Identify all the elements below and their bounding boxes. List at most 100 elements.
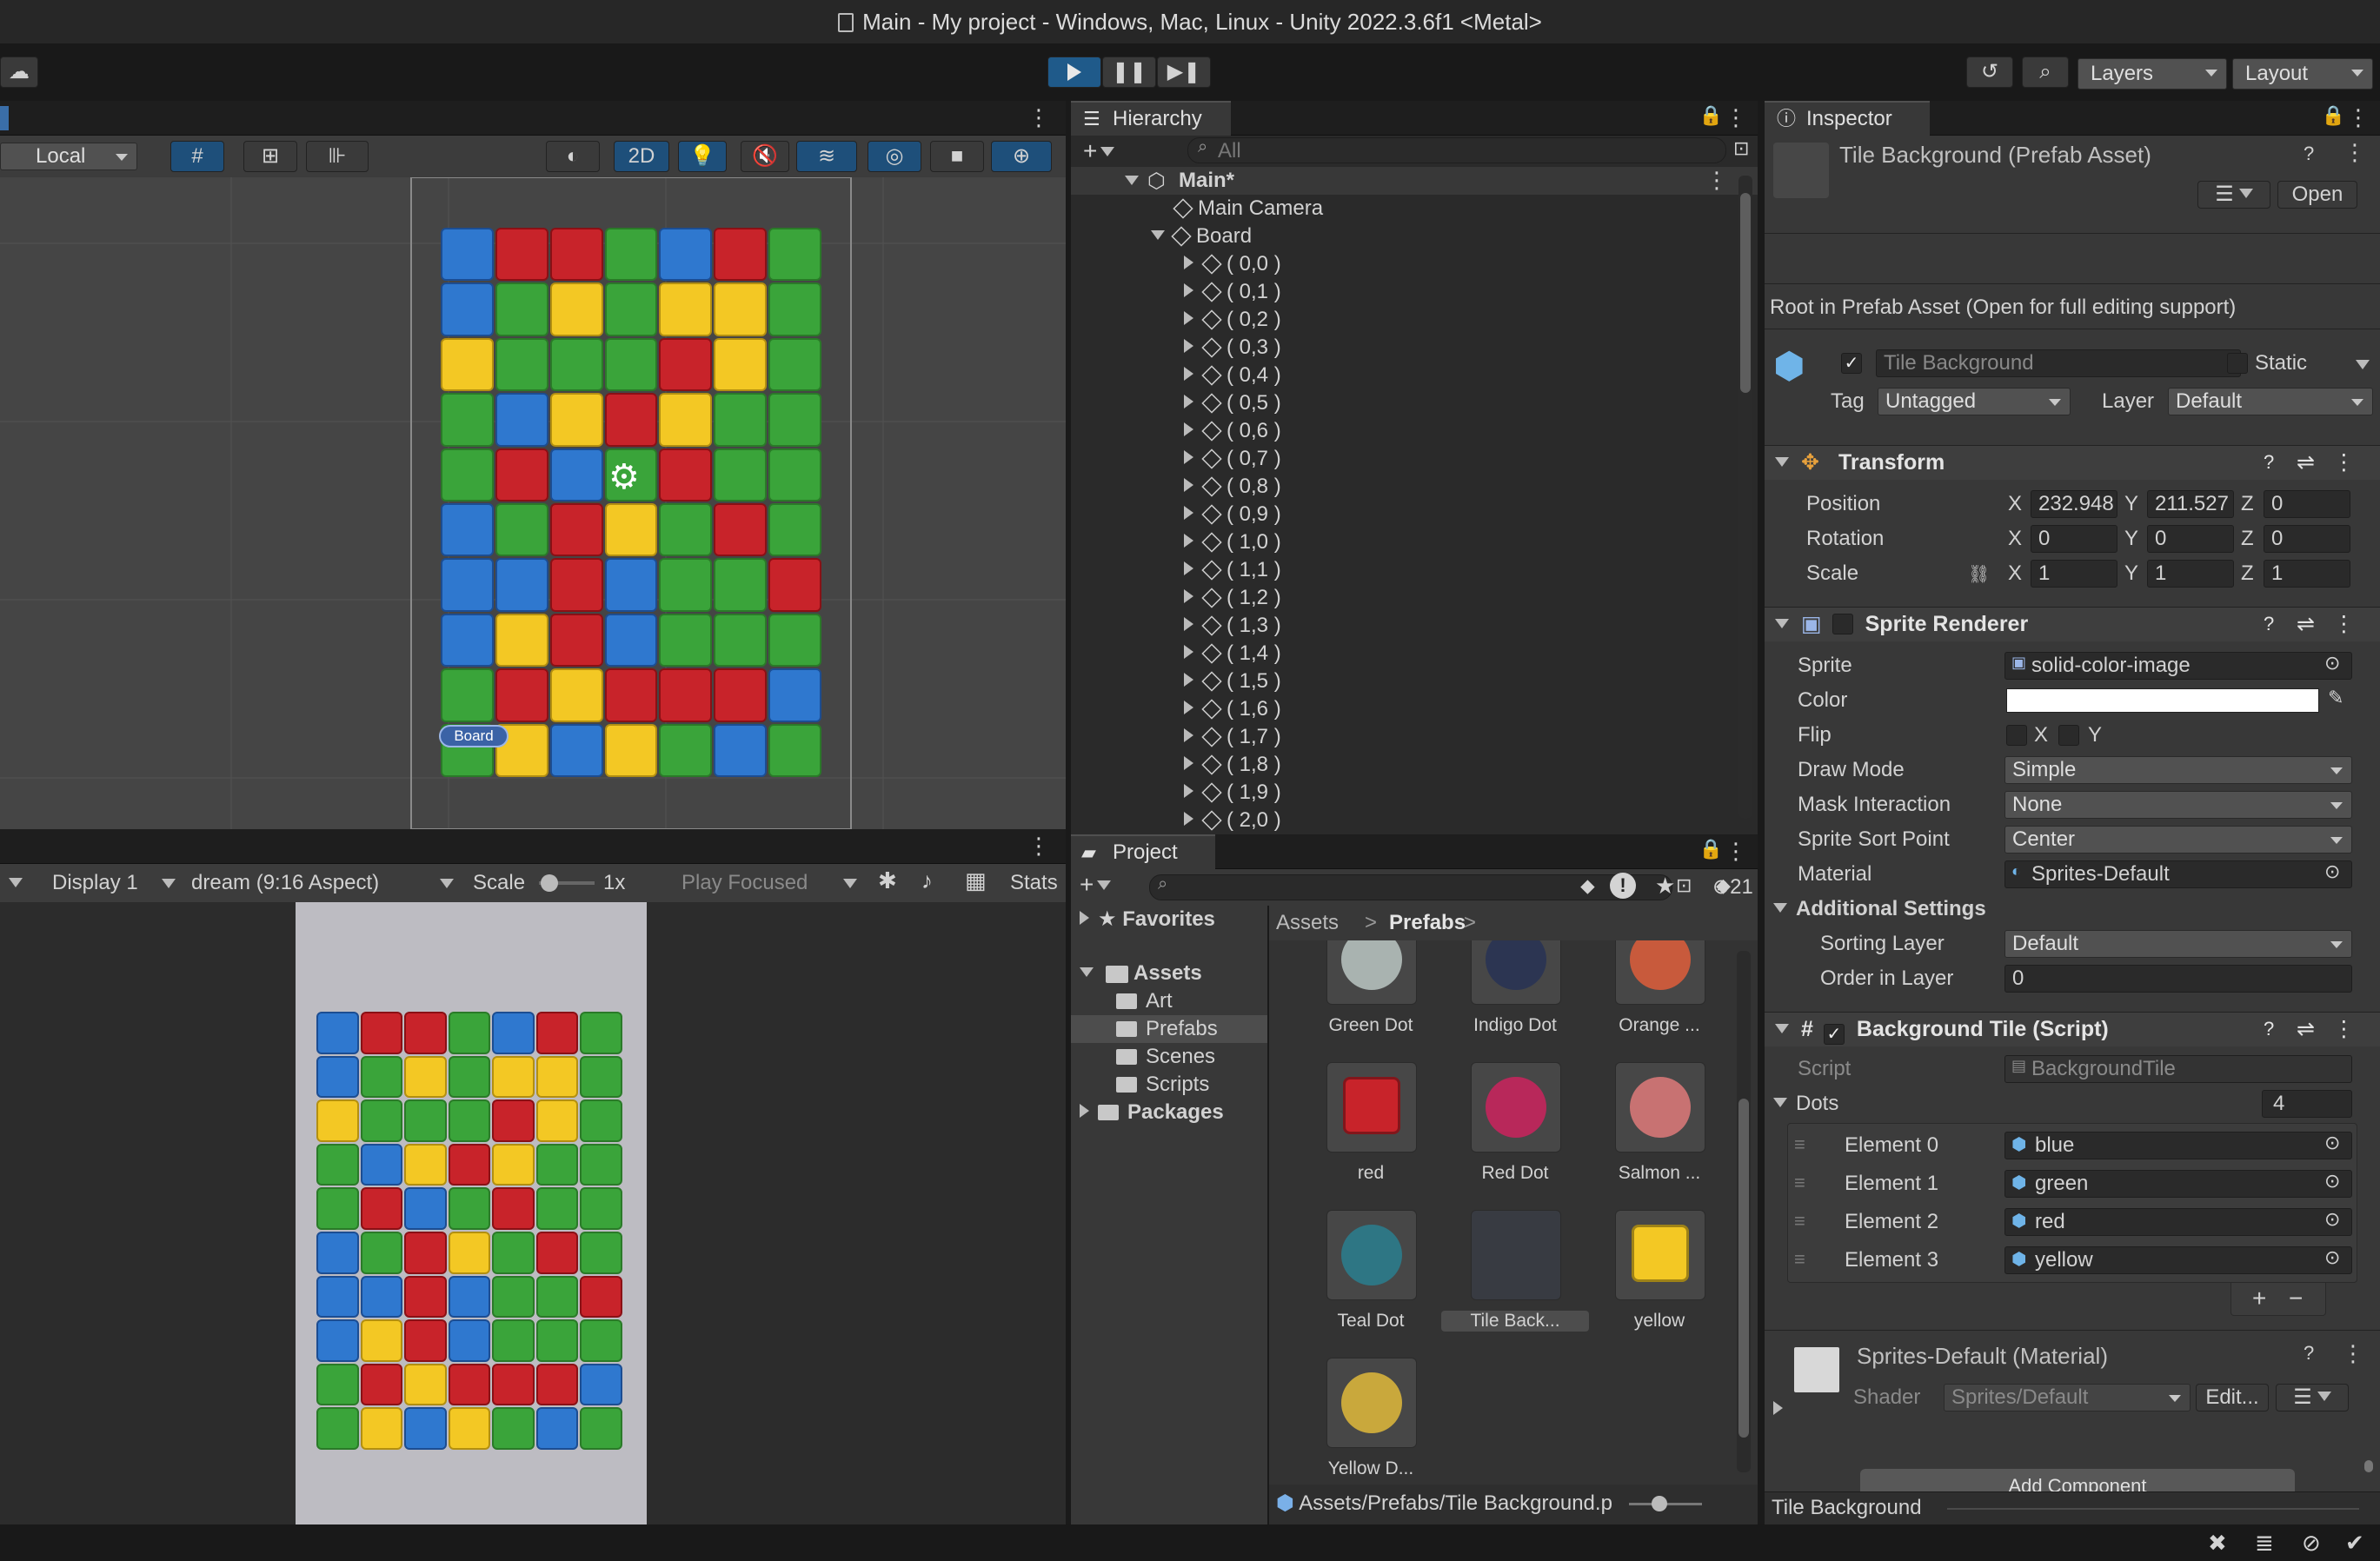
position-z-field[interactable]: 0 [2264,490,2350,518]
add-component-button[interactable]: Add Component [1860,1469,2295,1491]
add-element-button[interactable]: + [2252,1285,2266,1312]
drag-handle-icon[interactable]: ≡ [1794,1248,1805,1271]
help-icon[interactable]: ? [2264,1013,2274,1046]
scene-board[interactable] [441,228,823,779]
scale-x-field[interactable]: 1 [2031,560,2117,588]
scene-menu-icon[interactable]: ⋮ [1705,167,1728,194]
ruler-button[interactable]: ⊪ [306,141,369,172]
lighting-toggle-button[interactable]: 💡 [678,141,727,172]
hierarchy-scrollbar-thumb[interactable] [1740,193,1751,393]
thumbnail-size-thumb[interactable] [1652,1496,1667,1511]
hierarchy-item-board-child[interactable]: ( 1,3 ) [1184,612,1281,640]
thumbnail-size-slider[interactable] [1629,1496,1702,1511]
scale-y-field[interactable]: 1 [2147,560,2234,588]
rotation-x-field[interactable]: 0 [2031,525,2117,553]
script-enabled-checkbox[interactable]: ✓ [1823,1024,1845,1045]
scale-z-label[interactable]: Z [2241,560,2254,588]
asset-item[interactable]: Tile Back... [1441,1210,1589,1349]
help-icon[interactable]: ? [2264,446,2274,479]
rotation-x-label[interactable]: X [2008,525,2022,553]
panel-divider[interactable] [1758,101,1765,1524]
rotation-y-field[interactable]: 0 [2147,525,2234,553]
hierarchy-search-input[interactable]: All [1187,137,1726,163]
play-focused-dropdown[interactable]: Play Focused [681,869,808,897]
hierarchy-item-board-child[interactable]: ( 2,0 ) [1184,807,1281,834]
inspector-scrollbar[interactable] [2363,1043,2375,1478]
drag-handle-icon[interactable]: ≡ [1794,1133,1805,1156]
static-checkbox[interactable] [2227,353,2248,374]
presets-icon[interactable]: ⇌ [2297,608,2315,641]
display-dropdown[interactable]: Display 1 [52,869,138,897]
flip-y-checkbox[interactable] [2058,725,2079,746]
asset-item[interactable]: Green Dot [1297,940,1445,1053]
hierarchy-item-board-child[interactable]: ( 0,5 ) [1184,389,1281,417]
element-object-field[interactable]: yellow [2004,1246,2352,1274]
increment-snap-button[interactable]: ⊞ [243,141,297,172]
flip-x-checkbox[interactable] [2006,725,2027,746]
object-picker-icon[interactable]: ⊙ [2324,860,2340,883]
transform-header[interactable]: ✥ Transform ? ⇌ ⋮ [1765,445,2380,480]
pivot-rotation-dropdown[interactable]: Local [0,143,137,170]
hierarchy-item-board-child[interactable]: ( 1,1 ) [1184,556,1281,584]
position-x-label[interactable]: X [2008,490,2022,518]
hierarchy-item-board[interactable]: Board [1151,223,1252,250]
object-picker-icon[interactable]: ⊙ [2324,1246,2340,1269]
search-by-type-icon[interactable]: ⊡ [1676,874,1692,897]
prefab-options-button[interactable]: ☰ [2197,181,2270,209]
hierarchy-menu-icon[interactable]: ⋮ [1725,104,1747,131]
hierarchy-item-board-child[interactable]: ( 0,3 ) [1184,334,1281,362]
shader-dropdown[interactable]: Sprites/Default [1944,1384,2191,1412]
sorting-layer-dropdown[interactable]: Default [2004,930,2352,958]
audio-icon[interactable]: ♪ [921,867,933,894]
hierarchy-item-board-child[interactable]: ( 1,0 ) [1184,528,1281,556]
play-button[interactable] [1047,56,1101,88]
hierarchy-item-board-child[interactable]: ( 0,9 ) [1184,501,1281,528]
hierarchy-item-main-camera[interactable]: Main Camera [1173,195,1323,223]
assets-folder[interactable]: Assets [1080,960,1202,987]
debug-off-icon[interactable]: ✖ [2208,1530,2227,1557]
hierarchy-item-board-child[interactable]: ( 0,1 ) [1184,278,1281,306]
scene-visibility-button[interactable]: ◎ [868,141,921,172]
breadcrumb-prefabs[interactable]: Prefabs [1389,909,1466,937]
material-foldout-arrow-icon[interactable] [1773,1401,1783,1420]
material-menu-icon[interactable]: ⋮ [2342,1340,2364,1367]
scene-menu-icon[interactable]: ⋮ [1027,104,1050,131]
component-menu-icon[interactable]: ⋮ [2333,446,2355,479]
help-icon[interactable]: ? [2264,608,2274,641]
hierarchy-item-board-child[interactable]: ( 1,6 ) [1184,695,1281,723]
hidden-packages-icon[interactable]: ⊘21 [1712,874,1753,900]
scale-z-field[interactable]: 1 [2264,560,2350,588]
layers-dropdown[interactable]: Layers [2078,58,2227,90]
gameobject-name-field[interactable]: Tile Background [1876,349,2241,377]
2d-toggle-button[interactable]: 2D [614,141,669,172]
layer-dropdown[interactable]: Default [2168,388,2373,415]
asset-item[interactable]: red [1297,1062,1445,1201]
position-y-label[interactable]: Y [2124,490,2138,518]
eyedropper-icon[interactable]: ✎ [2328,687,2343,709]
object-picker-icon[interactable]: ⊙ [2324,652,2340,674]
packages-folder[interactable]: Packages [1080,1099,1224,1126]
hierarchy-item-board-child[interactable]: ( 1,7 ) [1184,723,1281,751]
gizmo-grid-icon[interactable]: ▦ [965,867,987,894]
scale-x-label[interactable]: X [2008,560,2022,588]
footer-splitter[interactable] [1947,1508,2359,1510]
element-object-field[interactable]: red [2004,1208,2352,1236]
aspect-dropdown[interactable]: dream (9:16 Aspect) [191,869,379,897]
sprite-renderer-enabled-checkbox[interactable] [1832,614,1853,634]
position-y-field[interactable]: 211.527 [2147,490,2234,518]
favorites-folder[interactable]: ★ Favorites [1080,906,1215,933]
remove-element-button[interactable]: − [2289,1285,2303,1312]
tag-dropdown[interactable]: Untagged [1878,388,2071,415]
step-button[interactable]: ▶❚ [1157,56,1211,88]
project-scrollbar[interactable] [1737,951,1751,1472]
color-swatch[interactable] [2006,688,2319,713]
pause-button[interactable]: ❚❚ [1102,56,1156,88]
asset-item[interactable]: Orange ... [1586,940,1733,1053]
hierarchy-item-board-child[interactable]: ( 1,2 ) [1184,584,1281,612]
console-warning-icon[interactable]: ! [1610,873,1636,899]
object-picker-icon[interactable]: ⊙ [2324,1208,2340,1231]
shading-mode-button[interactable]: ◐ [546,141,600,172]
hierarchy-item-board-child[interactable]: ( 0,6 ) [1184,417,1281,445]
game-mode-dropdown[interactable] [9,878,23,894]
hierarchy-item-board-child[interactable]: ( 1,4 ) [1184,640,1281,668]
